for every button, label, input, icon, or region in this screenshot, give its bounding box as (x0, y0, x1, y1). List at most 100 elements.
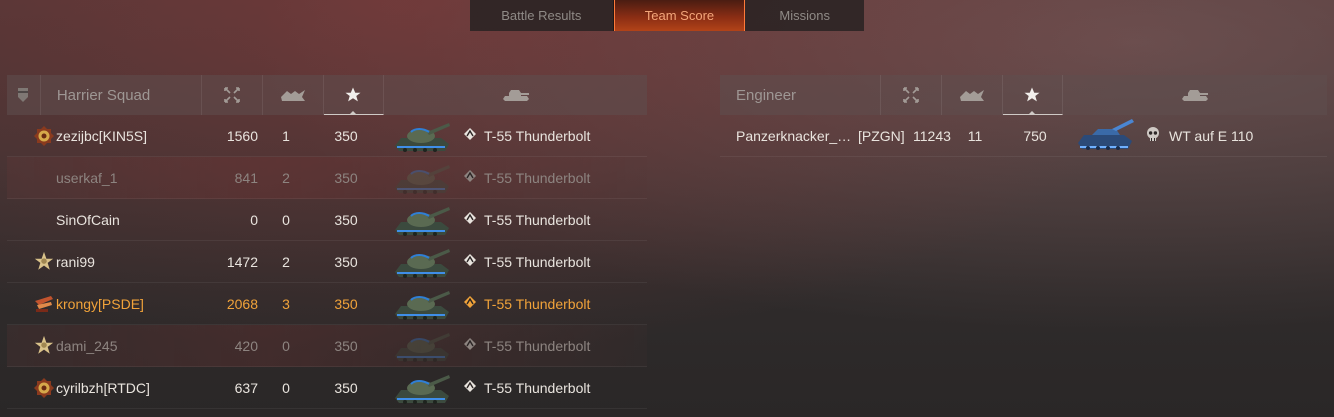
boss-tank-image-icon (1065, 117, 1145, 155)
no-badge (32, 166, 56, 190)
player-row[interactable]: zezijbc[KIN5S] 1560 1 350 T-55 Thunderbolt (7, 115, 647, 157)
tab-bar: Battle Results Team Score Missions (470, 0, 864, 31)
player-kills: 11 (967, 127, 983, 144)
vehicle-name: T-55 Thunderbolt (484, 253, 591, 270)
player-name: krongy[PSDE] (56, 295, 144, 312)
skull-icon (1145, 126, 1161, 145)
player-score: 350 (334, 169, 358, 186)
player-kills: 2 (282, 169, 290, 186)
player-damage: 0 (250, 211, 258, 228)
player-damage: 2068 (226, 295, 258, 312)
player-damage: 11243 (913, 127, 951, 144)
medium-tank-class-icon (464, 170, 476, 185)
player-row[interactable]: cyrilbzh[RTDC] 637 0 350 T-55 Thunderbolt (7, 367, 647, 409)
player-row[interactable]: SinOfCain 0 0 350 T-55 Thunderbolt (7, 199, 647, 241)
player-damage: 637 (234, 379, 258, 396)
player-damage: 1560 (226, 127, 258, 144)
vehicle-name: T-55 Thunderbolt (484, 379, 591, 396)
player-damage: 841 (234, 169, 258, 186)
player-damage: 1472 (226, 253, 258, 270)
sort-damage-crosshair-icon[interactable] (202, 75, 263, 115)
vehicle-name: T-55 Thunderbolt (484, 337, 591, 354)
sort-damage-crosshair-icon[interactable] (881, 75, 942, 115)
sort-score-star-icon[interactable] (323, 75, 385, 115)
vehicle-name: T-55 Thunderbolt (484, 127, 591, 144)
team-header-right: Engineer (720, 75, 1327, 115)
sort-score-star-icon[interactable] (1002, 75, 1064, 115)
tank-image-icon (382, 242, 462, 282)
medium-tank-class-icon (464, 296, 476, 311)
sort-kills-destroyed-tank-icon[interactable] (263, 75, 324, 115)
player-name: dami_245 (56, 337, 118, 354)
vehicle-name: T-55 Thunderbolt (484, 211, 591, 228)
player-kills: 0 (282, 211, 290, 228)
player-name: zezijbc[KIN5S] (56, 127, 148, 144)
vehicle-cell: T-55 Thunderbolt (462, 128, 590, 144)
player-score: 750 (1023, 127, 1047, 144)
vehicle-cell: WT auf E 110 (1145, 126, 1253, 145)
vehicle-cell: T-55 Thunderbolt (462, 380, 590, 396)
medium-tank-class-icon (464, 212, 476, 227)
tank-image-icon (382, 368, 462, 408)
player-kills: 1 (282, 127, 290, 144)
player-name: Panzerknacker_… (736, 127, 852, 144)
clan-emblem-icon (32, 292, 56, 316)
player-name: cyrilbzh[RTDC] (56, 379, 150, 396)
player-clan: [PZGN] (858, 127, 905, 144)
vehicle-name: T-55 Thunderbolt (484, 295, 591, 312)
player-score: 350 (334, 211, 358, 228)
star-medal-icon (32, 334, 56, 358)
team-name: Harrier Squad (41, 75, 203, 115)
vehicle-column-tank-silhouette-icon[interactable] (1063, 75, 1327, 115)
tab-missions[interactable]: Missions (745, 0, 864, 31)
medal-icon (32, 124, 56, 148)
player-name: rani99 (56, 253, 95, 270)
tank-image-icon (382, 200, 462, 240)
team-name-right: Engineer (720, 75, 882, 115)
tank-image-icon (382, 116, 462, 156)
player-damage: 420 (234, 337, 258, 354)
player-row[interactable]: dami_245 420 0 350 T-55 Thunderbolt (7, 325, 647, 367)
team-rows-left: zezijbc[KIN5S] 1560 1 350 T-55 Thunderbolt us… (7, 115, 647, 409)
player-row[interactable]: rani99 1472 2 350 T-55 Thunderbolt (7, 241, 647, 283)
medium-tank-class-icon (464, 128, 476, 143)
player-score: 350 (334, 337, 358, 354)
tab-team-score[interactable]: Team Score (613, 0, 746, 31)
player-kills: 2 (282, 253, 290, 270)
vehicle-cell: T-55 Thunderbolt (462, 254, 590, 270)
player-score: 350 (334, 127, 358, 144)
vehicle-cell: T-55 Thunderbolt (462, 212, 590, 228)
vehicle-cell: T-55 Thunderbolt (462, 338, 590, 354)
medal-icon (32, 376, 56, 400)
tank-image-icon (382, 284, 462, 324)
star-medal-icon (32, 250, 56, 274)
team-panel-right: Engineer Panzerknacker_… [PZGN] 11243 11… (720, 75, 1327, 157)
sort-kills-destroyed-tank-icon[interactable] (942, 75, 1003, 115)
tank-image-icon (382, 158, 462, 198)
tab-battle-results[interactable]: Battle Results (470, 0, 614, 31)
player-score: 350 (334, 379, 358, 396)
player-kills: 0 (282, 379, 290, 396)
player-kills: 0 (282, 337, 290, 354)
vehicle-name: T-55 Thunderbolt (484, 169, 591, 186)
vehicle-cell: T-55 Thunderbolt (462, 170, 590, 186)
team-header-left: Harrier Squad (7, 75, 647, 115)
medium-tank-class-icon (464, 380, 476, 395)
medium-tank-class-icon (464, 338, 476, 353)
player-row[interactable]: userkaf_1 841 2 350 T-55 Thunderbolt (7, 157, 647, 199)
team-shield-icon (7, 75, 41, 115)
player-score: 350 (334, 295, 358, 312)
player-row[interactable]: krongy[PSDE] 2068 3 350 T-55 Thunderbolt (7, 283, 647, 325)
player-name: userkaf_1 (56, 169, 118, 186)
tank-image-icon (382, 326, 462, 366)
vehicle-name: WT auf E 110 (1169, 127, 1254, 144)
vehicle-cell: T-55 Thunderbolt (462, 296, 590, 312)
player-name: SinOfCain (56, 211, 120, 228)
player-kills: 3 (282, 295, 290, 312)
vehicle-column-tank-silhouette-icon[interactable] (384, 75, 647, 115)
team-panel-left: Harrier Squad zezijbc[KIN5S] 1560 1 350 T-55… (7, 75, 647, 409)
medium-tank-class-icon (464, 254, 476, 269)
no-badge (32, 208, 56, 232)
player-score: 350 (334, 253, 358, 270)
player-row[interactable]: Panzerknacker_… [PZGN] 11243 11 750 WT a… (720, 115, 1327, 157)
